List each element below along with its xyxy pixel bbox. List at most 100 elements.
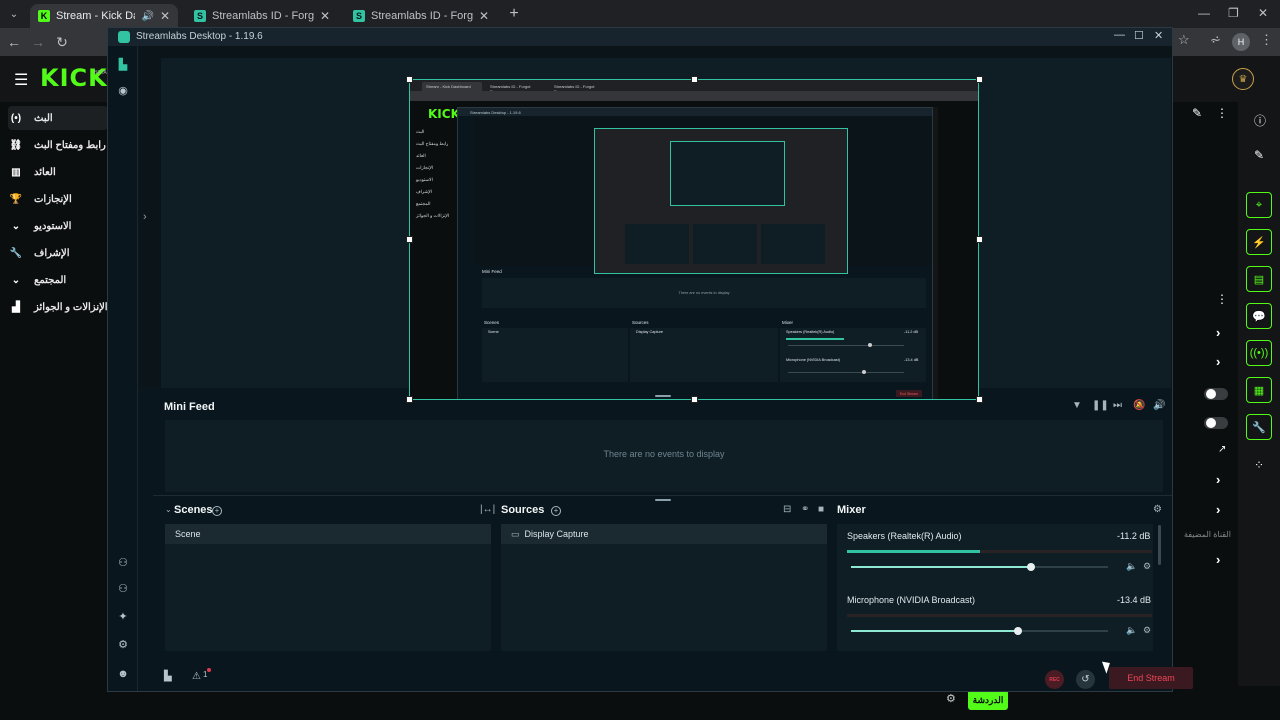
source-item[interactable]: ▭ Display Capture bbox=[501, 524, 827, 544]
theme-icon[interactable]: ◉ bbox=[116, 84, 130, 97]
editor-icon[interactable]: ▙ bbox=[116, 58, 130, 71]
speakers-volume-knob[interactable] bbox=[1027, 563, 1035, 571]
resize-handle[interactable] bbox=[691, 76, 698, 83]
rec-button[interactable]: REC bbox=[1045, 670, 1064, 689]
mixer-scrollbar[interactable] bbox=[1158, 525, 1161, 565]
kick-logo[interactable]: KICK bbox=[40, 64, 108, 92]
kebab-menu-icon[interactable]: ⋮ bbox=[1216, 106, 1228, 120]
sidebar-item-community[interactable]: ⌄ المجتمع bbox=[8, 268, 108, 292]
chevron-right-icon[interactable]: › bbox=[1216, 472, 1220, 487]
note-icon[interactable]: ▤ bbox=[1246, 266, 1272, 292]
sidebar-item-revenue[interactable]: ▥ العائد bbox=[8, 160, 108, 184]
broadcast-icon[interactable]: ((•)) bbox=[1246, 340, 1272, 366]
close-window-icon[interactable]: ✕ bbox=[1258, 6, 1268, 20]
sidebar-item-achievements[interactable]: 🏆 الإنجازات bbox=[8, 187, 108, 211]
volume-icon[interactable]: 🔊 bbox=[1153, 400, 1165, 411]
microphone-settings-gear-icon[interactable]: ⚙ bbox=[1143, 625, 1151, 636]
chevron-right-icon[interactable]: › bbox=[1216, 502, 1220, 517]
microphone-volume-knob[interactable] bbox=[1014, 627, 1022, 635]
chat-icon[interactable]: 💬 bbox=[1246, 303, 1272, 329]
tab-kick-dashboard[interactable]: K Stream - Kick Dashboard 🔊 ✕ bbox=[30, 4, 178, 28]
performance-icon[interactable]: ▙ bbox=[164, 671, 172, 682]
apps-icon[interactable]: ⚇ bbox=[116, 582, 130, 595]
hamburger-menu-icon[interactable]: ☰ bbox=[14, 70, 28, 90]
dashboard-icon[interactable]: ⚇ bbox=[116, 556, 130, 569]
edit-icon[interactable]: ✎ bbox=[1254, 148, 1264, 162]
tab-streamlabs-forgot-password-1[interactable]: S Streamlabs ID - Forgot Passwo ✕ bbox=[186, 4, 338, 28]
preview-mic-db: -13.4 dB bbox=[904, 358, 919, 362]
minimize-icon[interactable]: — bbox=[1114, 29, 1125, 41]
forward-icon[interactable]: → bbox=[28, 32, 48, 52]
folder-icon[interactable]: ■ bbox=[818, 504, 824, 515]
settings-gear-icon[interactable]: ⚙ bbox=[116, 638, 130, 651]
add-source-icon[interactable]: + bbox=[551, 506, 561, 516]
tab-streamlabs-forgot-password-2[interactable]: S Streamlabs ID - Forgot Passwo ✕ bbox=[345, 4, 497, 28]
audio-link-icon[interactable]: ⚭ bbox=[801, 504, 809, 515]
microphone-mute-icon[interactable]: 🔈 bbox=[1126, 625, 1137, 636]
speakers-mute-icon[interactable]: 🔈 bbox=[1126, 561, 1137, 572]
user-avatar[interactable]: ♛ bbox=[1232, 68, 1254, 90]
chevron-right-icon[interactable]: › bbox=[1216, 354, 1220, 369]
skip-icon[interactable]: ⏭ bbox=[1113, 400, 1122, 411]
profile-avatar[interactable]: H bbox=[1232, 33, 1250, 51]
gear-icon[interactable]: ⚙ bbox=[946, 692, 956, 705]
more-menu-icon[interactable]: ⋮ bbox=[1260, 32, 1273, 48]
new-tab-button[interactable]: + bbox=[504, 4, 524, 24]
mixer-settings-gear-icon[interactable]: ⚙ bbox=[1153, 504, 1162, 515]
display-capture-preview[interactable]: Stream - Kick Dashboard Streamlabs ID - … bbox=[409, 79, 979, 400]
resize-drag-handle[interactable] bbox=[655, 499, 671, 501]
chat-send-button[interactable]: الدردشة bbox=[968, 690, 1008, 710]
speakers-settings-gear-icon[interactable]: ⚙ bbox=[1143, 561, 1151, 572]
kebab-menu-icon[interactable]: ⋮ bbox=[1216, 292, 1228, 306]
lightning-icon[interactable]: ⚡ bbox=[1246, 229, 1272, 255]
resize-handle[interactable] bbox=[406, 76, 413, 83]
chevron-right-icon[interactable]: › bbox=[1216, 552, 1220, 567]
close-window-icon[interactable]: ✕ bbox=[1154, 29, 1163, 42]
toggle-switch[interactable] bbox=[1204, 417, 1228, 429]
sidebar-item-stream-key[interactable]: ⛓ رابط ومفتاح البث bbox=[8, 133, 108, 157]
chevron-right-icon[interactable]: › bbox=[1216, 325, 1220, 340]
resize-drag-handle[interactable] bbox=[655, 395, 671, 397]
profile-icon[interactable]: ☻ bbox=[116, 668, 130, 680]
minimize-icon[interactable]: — bbox=[1198, 6, 1210, 20]
highlighter-icon[interactable]: ✦ bbox=[116, 610, 130, 623]
close-tab-icon[interactable]: ✕ bbox=[320, 9, 330, 23]
collapse-icon[interactable]: ⌄ bbox=[165, 505, 172, 514]
maximize-icon[interactable]: ☐ bbox=[1134, 29, 1144, 42]
sidebar-item-studio[interactable]: ⌄ الاستوديو bbox=[8, 214, 108, 238]
reload-icon[interactable]: ↻ bbox=[52, 32, 72, 52]
close-tab-icon[interactable]: ✕ bbox=[479, 9, 489, 23]
folder-add-icon[interactable]: ⊟ bbox=[783, 504, 791, 515]
resize-handle[interactable] bbox=[406, 236, 413, 243]
end-stream-button[interactable]: End Stream bbox=[1109, 667, 1193, 689]
scene-item[interactable]: Scene bbox=[165, 524, 491, 544]
scene-transition-icon[interactable]: |↔| bbox=[480, 504, 495, 515]
replay-buffer-icon[interactable]: ↺ bbox=[1076, 670, 1095, 689]
tab-search-icon[interactable]: ⩫ bbox=[1210, 32, 1221, 48]
layout-icon[interactable]: ▦ bbox=[1246, 377, 1272, 403]
wrench-icon[interactable]: 🔧 bbox=[1246, 414, 1272, 440]
maximize-icon[interactable]: ❐ bbox=[1228, 6, 1239, 20]
pause-icon[interactable]: ❚❚ bbox=[1092, 400, 1109, 411]
resize-handle[interactable] bbox=[976, 236, 983, 243]
alert-icon[interactable]: ⚠ bbox=[192, 671, 201, 682]
sidebar-item-drops[interactable]: ▟ الإنزالات و الجوائز bbox=[8, 295, 108, 319]
close-tab-icon[interactable]: ✕ bbox=[160, 9, 170, 23]
info-icon[interactable]: ⓘ bbox=[1254, 112, 1266, 129]
toggle-switch[interactable] bbox=[1204, 388, 1228, 400]
speaker-icon[interactable]: 🔊 bbox=[141, 11, 153, 22]
filter-icon[interactable]: ▼ bbox=[1072, 400, 1082, 411]
back-icon[interactable]: ← bbox=[4, 32, 24, 52]
tab-search-button[interactable]: ⌄ bbox=[4, 4, 24, 24]
mute-notifications-icon[interactable]: 🔕 bbox=[1133, 400, 1145, 411]
resize-handle[interactable] bbox=[976, 76, 983, 83]
expand-panel-icon[interactable]: › bbox=[143, 211, 147, 223]
analytics-icon[interactable]: ↗ bbox=[1218, 444, 1226, 455]
add-scene-icon[interactable]: + bbox=[212, 506, 222, 516]
pencil-icon[interactable]: ✎ bbox=[1192, 106, 1202, 120]
dots-icon[interactable]: ⁘ bbox=[1254, 458, 1264, 472]
focus-icon[interactable]: ⌖ bbox=[1246, 192, 1272, 218]
sidebar-item-moderation[interactable]: 🔧 الإشراف bbox=[8, 241, 108, 265]
sidebar-item-stream[interactable]: (•) البث bbox=[8, 106, 108, 130]
bookmark-star-icon[interactable]: ☆ bbox=[1178, 32, 1190, 48]
